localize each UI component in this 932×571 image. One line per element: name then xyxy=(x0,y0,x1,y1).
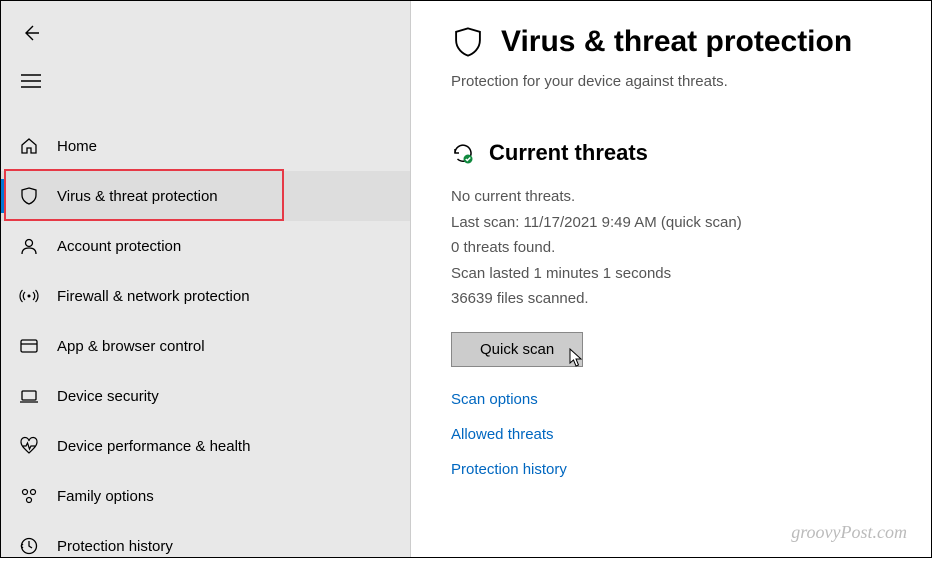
section-title: Current threats xyxy=(489,140,648,166)
device-icon xyxy=(19,386,39,406)
sidebar-item-label: Firewall & network protection xyxy=(57,288,250,305)
link-scan-options[interactable]: Scan options xyxy=(451,391,891,408)
sidebar: Home Virus & threat protection Account p… xyxy=(1,1,411,557)
sidebar-item-app-browser[interactable]: App & browser control xyxy=(1,321,410,371)
sidebar-item-label: Family options xyxy=(57,488,154,505)
shield-large-icon xyxy=(451,25,485,59)
sidebar-item-device-security[interactable]: Device security xyxy=(1,371,410,421)
history-icon xyxy=(19,536,39,556)
page-title: Virus & threat protection xyxy=(501,25,852,59)
main-content: Virus & threat protection Protection for… xyxy=(411,1,931,557)
status-no-threats: No current threats. xyxy=(451,184,891,210)
page-header: Virus & threat protection xyxy=(451,25,891,59)
sidebar-item-performance[interactable]: Device performance & health xyxy=(1,421,410,471)
link-allowed-threats[interactable]: Allowed threats xyxy=(451,426,891,443)
health-icon xyxy=(19,436,39,456)
scan-status-icon xyxy=(451,141,475,165)
sidebar-item-label: Virus & threat protection xyxy=(57,188,218,205)
sidebar-item-label: Protection history xyxy=(57,538,173,555)
status-files-scanned: 36639 files scanned. xyxy=(451,286,891,312)
watermark: groovyPost.com xyxy=(791,522,907,543)
account-icon xyxy=(19,236,39,256)
hamburger-icon xyxy=(21,73,41,89)
sidebar-item-label: Device performance & health xyxy=(57,438,250,455)
status-last-scan: Last scan: 11/17/2021 9:49 AM (quick sca… xyxy=(451,210,891,236)
sidebar-item-firewall[interactable]: Firewall & network protection xyxy=(1,271,410,321)
back-button[interactable] xyxy=(11,13,51,53)
app-icon xyxy=(19,336,39,356)
page-subtitle: Protection for your device against threa… xyxy=(451,73,891,90)
sidebar-item-label: Device security xyxy=(57,388,159,405)
sidebar-item-label: Account protection xyxy=(57,238,181,255)
family-icon xyxy=(19,486,39,506)
sidebar-item-virus-threat[interactable]: Virus & threat protection xyxy=(1,171,410,221)
hamburger-button[interactable] xyxy=(11,61,51,101)
quick-scan-button[interactable]: Quick scan xyxy=(451,332,583,367)
section-header: Current threats xyxy=(451,140,891,166)
sidebar-item-home[interactable]: Home xyxy=(1,121,410,171)
antenna-icon xyxy=(19,286,39,306)
home-icon xyxy=(19,136,39,156)
sidebar-item-history[interactable]: Protection history xyxy=(1,521,410,571)
sidebar-item-label: App & browser control xyxy=(57,338,205,355)
status-threats-found: 0 threats found. xyxy=(451,235,891,261)
sidebar-item-family[interactable]: Family options xyxy=(1,471,410,521)
sidebar-item-account[interactable]: Account protection xyxy=(1,221,410,271)
link-protection-history[interactable]: Protection history xyxy=(451,461,891,478)
sidebar-item-label: Home xyxy=(57,138,97,155)
status-duration: Scan lasted 1 minutes 1 seconds xyxy=(451,261,891,287)
back-arrow-icon xyxy=(21,23,41,43)
shield-icon xyxy=(19,186,39,206)
